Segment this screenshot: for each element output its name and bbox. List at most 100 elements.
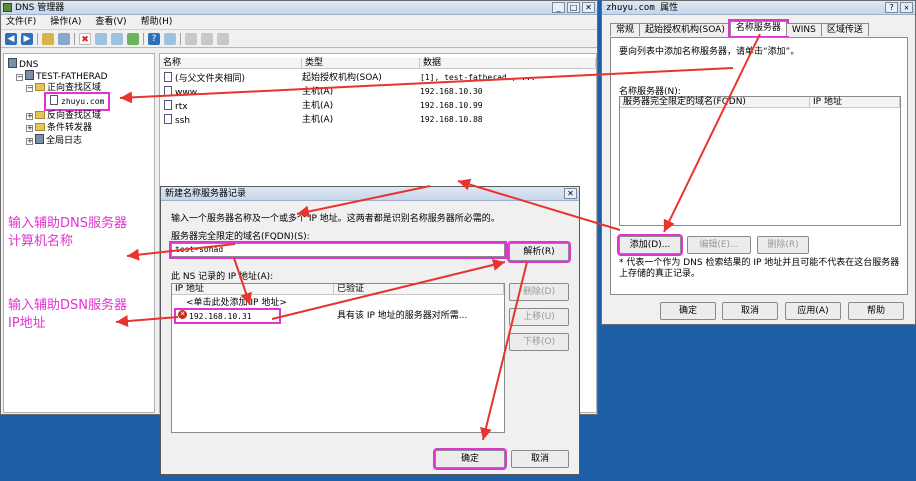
- properties-icon[interactable]: [95, 32, 107, 45]
- tab-general[interactable]: 常规: [610, 23, 641, 36]
- delete-ip-button[interactable]: 删除(D): [509, 283, 569, 301]
- fqdn-input[interactable]: test-sonad: [169, 241, 507, 259]
- close-button[interactable]: ✕: [564, 188, 577, 199]
- collapse-icon[interactable]: −: [26, 85, 33, 92]
- add-ns-button[interactable]: 添加(D)...: [617, 234, 683, 256]
- ok-button[interactable]: 确定: [660, 302, 716, 320]
- refresh-icon[interactable]: [111, 32, 123, 45]
- expand-icon[interactable]: +: [26, 125, 33, 132]
- col-ip[interactable]: IP 地址: [172, 284, 334, 294]
- table-row[interactable]: www 主机(A) 192.168.10.30: [164, 86, 590, 98]
- dialog-description: 输入一个服务器名称及一个或多个 IP 地址。这两者都是识别名称服务器所必需的。: [171, 214, 500, 224]
- zone-icon: [50, 95, 58, 105]
- col-type[interactable]: 类型: [302, 58, 420, 68]
- export-icon[interactable]: [127, 32, 139, 45]
- delete-ns-button[interactable]: 删除(R): [757, 236, 809, 254]
- record-icon: [164, 86, 172, 96]
- dns-manager-title: DNS 管理器: [15, 3, 65, 13]
- zone-properties-window: zhuyu.com 属性 ? ✕ 常规 起始授权机构(SOA) 名称服务器 WI…: [601, 0, 916, 325]
- server-icon[interactable]: [185, 32, 197, 45]
- delete-icon[interactable]: ✖: [79, 32, 91, 45]
- tree-item-dns[interactable]: DNS: [8, 58, 154, 70]
- tab-name-servers[interactable]: 名称服务器: [727, 19, 789, 38]
- record-icon: [164, 72, 172, 82]
- folder-icon: [35, 111, 45, 119]
- menu-action[interactable]: 操作(A): [50, 15, 81, 29]
- menu-file[interactable]: 文件(F): [6, 15, 36, 29]
- error-icon: ✕: [178, 310, 187, 319]
- col-data[interactable]: 数据: [420, 58, 596, 68]
- cancel-button[interactable]: 取消: [722, 302, 778, 320]
- tab-wins[interactable]: WINS: [785, 23, 822, 36]
- col-name[interactable]: 名称: [160, 58, 302, 68]
- menu-view[interactable]: 查看(V): [95, 15, 126, 29]
- fqdn-label: 服务器完全限定的域名(FQDN)(S):: [171, 232, 310, 242]
- minimize-button[interactable]: _: [552, 2, 565, 13]
- ns-hint: 要向列表中添加名称服务器，请单击“添加”。: [619, 47, 800, 57]
- ip-list-label: 此 NS 记录的 IP 地址(A):: [171, 272, 274, 282]
- ip-list[interactable]: IP 地址 已验证 <单击此处添加 IP 地址> ✕ 192.168.10.31 …: [171, 283, 505, 433]
- expand-icon[interactable]: +: [26, 138, 33, 145]
- record-icon[interactable]: [201, 32, 213, 45]
- tree-item-server[interactable]: − TEST-FATHERAD: [8, 70, 154, 82]
- tree-item-reverse-zone[interactable]: + 反向查找区域: [8, 110, 154, 122]
- folder-icon: [35, 123, 45, 131]
- zone-icon[interactable]: [217, 32, 229, 45]
- close-button[interactable]: ✕: [900, 2, 913, 13]
- help-icon[interactable]: ?: [148, 32, 160, 45]
- server-icon: [25, 70, 34, 80]
- edit-ns-button[interactable]: 编辑(E)...: [687, 236, 751, 254]
- dns-app-icon: [3, 3, 12, 12]
- col-ip[interactable]: IP 地址: [810, 97, 900, 107]
- expand-icon[interactable]: +: [26, 113, 33, 120]
- menu-help[interactable]: 帮助(H): [141, 15, 173, 29]
- tree-item-forward-zone[interactable]: − 正向查找区域: [8, 82, 154, 94]
- name-servers-panel: 要向列表中添加名称服务器，请单击“添加”。 名称服务器(N): 服务器完全限定的…: [610, 37, 908, 295]
- tree-item-global-logs[interactable]: + 全局日志: [8, 134, 154, 146]
- maximize-button[interactable]: □: [567, 2, 580, 13]
- table-row[interactable]: (与父文件夹相同) 起始授权机构(SOA) [1], test-fatherad…: [164, 72, 590, 84]
- toolbar: ◀ ▶ ✖ ?: [1, 30, 597, 48]
- dns-icon: [8, 58, 17, 68]
- dialog-title: 新建名称服务器记录: [165, 189, 247, 199]
- records-header: 名称 类型 数据: [160, 58, 596, 69]
- cancel-button[interactable]: 取消: [511, 450, 569, 468]
- tree-item-zone[interactable]: zhuyu.com: [8, 92, 154, 111]
- annotation-dns-name: 输入辅助DNS服务器 计算机名称: [8, 216, 127, 249]
- move-up-button[interactable]: 上移(U): [509, 308, 569, 326]
- help-title-button[interactable]: ?: [885, 2, 898, 13]
- record-icon: [164, 100, 172, 110]
- up-folder-icon[interactable]: [42, 32, 54, 45]
- ns-list[interactable]: 服务器完全限定的域名(FQDN) IP 地址: [619, 96, 901, 226]
- resolve-button[interactable]: 解析(R): [507, 241, 571, 263]
- table-row[interactable]: rtx 主机(A) 192.168.10.99: [164, 100, 590, 112]
- back-icon[interactable]: ◀: [5, 32, 17, 45]
- console-icon[interactable]: [164, 32, 176, 45]
- dns-manager-titlebar: DNS 管理器 _ □ ✕: [1, 1, 597, 15]
- annotation-ip-address: 输入辅助DSN服务器 IP地址: [8, 298, 127, 331]
- tab-soa[interactable]: 起始授权机构(SOA): [639, 23, 731, 36]
- collapse-icon[interactable]: −: [16, 74, 23, 81]
- col-fqdn[interactable]: 服务器完全限定的域名(FQDN): [620, 97, 810, 107]
- close-button[interactable]: ✕: [582, 2, 595, 13]
- forward-icon[interactable]: ▶: [21, 32, 33, 45]
- properties-titlebar: zhuyu.com 属性 ? ✕: [602, 1, 915, 15]
- table-row[interactable]: ssh 主机(A) 192.168.10.88: [164, 114, 590, 126]
- tab-zone-transfers[interactable]: 区域传送: [820, 23, 869, 36]
- table-row[interactable]: ✕ 192.168.10.31 具有该 IP 地址的服务器对所需...: [174, 308, 497, 324]
- menu-bar: 文件(F) 操作(A) 查看(V) 帮助(H): [1, 15, 597, 30]
- show-tree-icon[interactable]: [58, 32, 70, 45]
- help-button[interactable]: 帮助: [848, 302, 904, 320]
- properties-title: zhuyu.com 属性: [606, 3, 679, 13]
- move-down-button[interactable]: 下移(O): [509, 333, 569, 351]
- new-ns-record-dialog: 新建名称服务器记录 ✕ 输入一个服务器名称及一个或多个 IP 地址。这两者都是识…: [160, 186, 580, 475]
- record-icon: [164, 114, 172, 124]
- ns-note: * 代表一个作为 DNS 检索结果的 IP 地址并且可能不代表在这台服务器上存储…: [619, 258, 900, 279]
- tree-item-forwarders[interactable]: + 条件转发器: [8, 122, 154, 134]
- ok-button[interactable]: 确定: [433, 448, 507, 470]
- folder-icon: [35, 83, 45, 91]
- logs-icon: [35, 134, 44, 144]
- apply-button[interactable]: 应用(A): [785, 302, 841, 320]
- add-ip-placeholder[interactable]: <单击此处添加 IP 地址>: [186, 297, 287, 309]
- col-verified[interactable]: 已验证: [334, 284, 504, 294]
